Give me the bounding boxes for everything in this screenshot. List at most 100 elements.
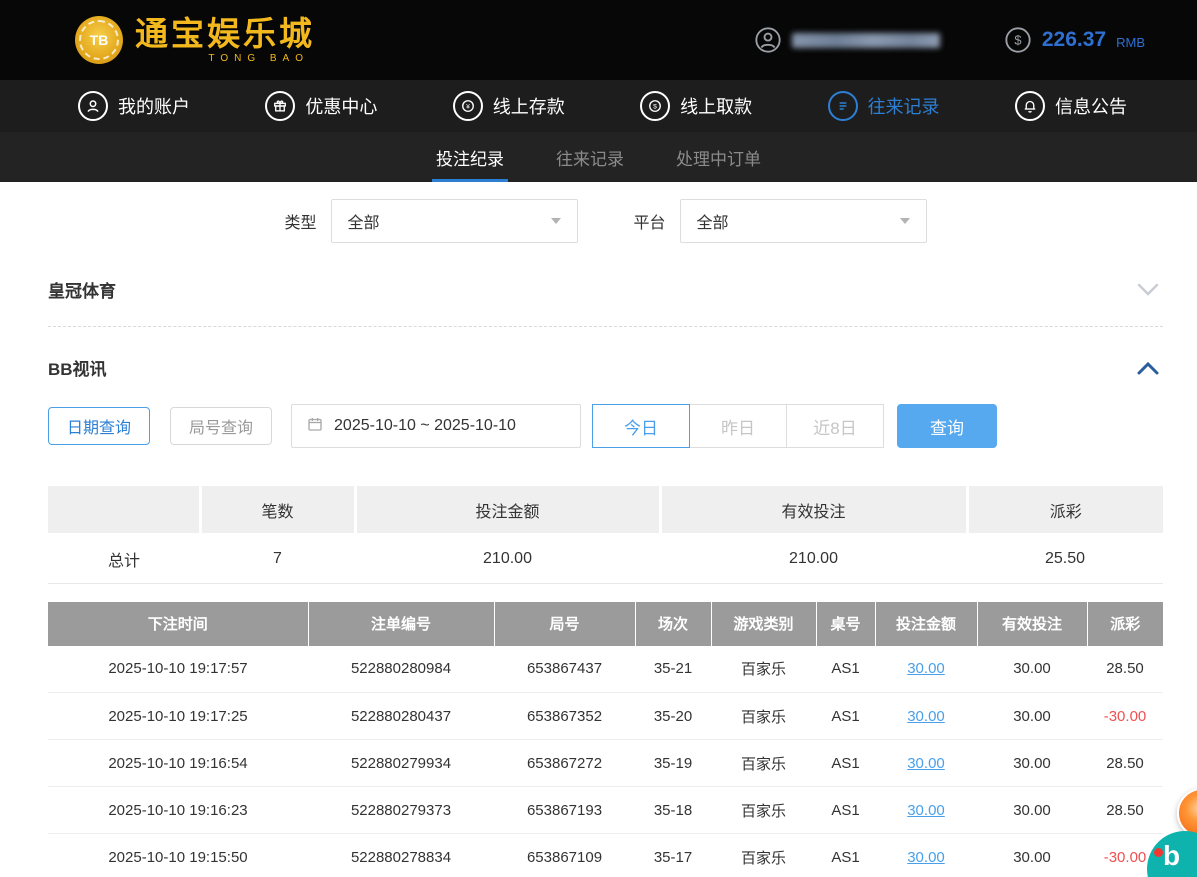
type-select[interactable]: 全部 [330, 199, 578, 243]
bell-icon [1014, 91, 1045, 121]
detail-header-cell: 游戏类别 [711, 601, 817, 646]
summary-table: 笔数 投注金额 有效投注 派彩 总计 7 210.00 210.00 25.50 [48, 486, 1163, 584]
nav-item-withdraw[interactable]: $ 线上取款 [640, 91, 752, 121]
platform-select[interactable]: 全部 [679, 199, 927, 243]
table-row: 2025-10-10 19:17:57 522880280984 653867437… [48, 645, 1163, 693]
summary-header-cell: 派彩 [967, 486, 1163, 535]
platform-filter-group: 平台 全部 [634, 199, 927, 243]
brand-text: 通宝娱乐城 TONG BAO [135, 17, 315, 64]
nav-item-records[interactable]: 往来记录 [827, 91, 940, 121]
svg-text:$: $ [653, 104, 657, 111]
user-icon [78, 91, 108, 121]
round-query-button[interactable]: 局号查询 [170, 407, 273, 445]
table-cell: AS1 [816, 692, 875, 740]
nav-label: 我的账户 [118, 97, 190, 117]
service-badge-letter: b [1163, 840, 1181, 871]
nav-item-promotions[interactable]: 优惠中心 [265, 91, 377, 121]
calendar-icon [306, 415, 324, 438]
table-cell: 2025-10-10 19:16:54 [48, 739, 308, 787]
withdraw-coin-icon: $ [640, 91, 671, 121]
table-cell: 30.00 [977, 692, 1087, 740]
brand-logo[interactable]: TB 通宝娱乐城 TONG BAO [75, 16, 315, 64]
detail-header-cell: 注单编号 [308, 601, 495, 646]
table-cell: 百家乐 [711, 739, 816, 787]
section-title: BB视讯 [48, 360, 107, 379]
date-range-input[interactable]: 2025-10-10 ~ 2025-10-10 [291, 404, 582, 448]
table-cell: 30.00 [977, 645, 1087, 693]
summary-header-row: 笔数 投注金额 有效投注 派彩 [48, 486, 1163, 535]
payout-value: 28.50 [1087, 739, 1163, 787]
table-cell: 30.00 [977, 786, 1087, 834]
balance: $ 226.37 RMB [1004, 26, 1145, 54]
summary-count: 7 [200, 534, 355, 584]
casino-chip-icon: TB [75, 16, 123, 64]
table-cell: 653867193 [494, 786, 635, 834]
table-cell: AS1 [816, 833, 875, 877]
table-cell: 522880279373 [308, 786, 494, 834]
chevron-down-icon [899, 218, 910, 224]
date-query-button[interactable]: 日期查询 [48, 407, 151, 445]
detail-table: 下注时间 注单编号 局号 场次 游戏类别 桌号 投注金额 有效投注 派彩 202… [48, 601, 1163, 877]
table-cell: 35-21 [635, 645, 711, 693]
detail-header-cell: 桌号 [816, 601, 876, 646]
table-row: 2025-10-10 19:16:23 522880279373 653867193… [48, 786, 1163, 834]
table-row: 2025-10-10 19:16:54 522880279934 653867272… [48, 739, 1163, 787]
page: TB 通宝娱乐城 TONG BAO $ 226.37 RMB 我的账户 优惠中心… [0, 0, 1197, 877]
bet-amount-link[interactable]: 30.00 [875, 692, 977, 740]
tab-processing-orders[interactable]: 处理中订单 [672, 132, 765, 182]
notification-dot [1154, 848, 1163, 857]
today-button[interactable]: 今日 [592, 404, 691, 448]
tab-betting-records[interactable]: 投注纪录 [432, 132, 508, 182]
bet-amount-link[interactable]: 30.00 [875, 645, 977, 693]
payout-value: -30.00 [1087, 692, 1163, 740]
section-bb-video[interactable]: BB视讯 [48, 327, 1163, 380]
detail-header-cell: 场次 [635, 601, 712, 646]
sub-tab-bar: 投注纪录 往来记录 处理中订单 [0, 132, 1197, 182]
detail-header-row: 下注时间 注单编号 局号 场次 游戏类别 桌号 投注金额 有效投注 派彩 [48, 601, 1163, 646]
coin-icon[interactable]: $ [1004, 26, 1032, 54]
nav-label: 往来记录 [867, 97, 940, 117]
nav-item-deposit[interactable]: ¥ 线上存款 [452, 91, 565, 121]
table-cell: 百家乐 [711, 786, 816, 834]
balance-amount: 226.37 [1041, 28, 1107, 51]
username-redacted [791, 32, 940, 48]
chevron-down-icon[interactable] [1137, 283, 1159, 297]
brand-name: 通宝娱乐城 [135, 14, 315, 52]
type-filter-label: 类型 [284, 215, 317, 232]
nav-item-my-account[interactable]: 我的账户 [78, 91, 190, 121]
main-nav: 我的账户 优惠中心 ¥ 线上存款 $ 线上取款 往来记录 信息公告 [0, 80, 1197, 132]
summary-header-cell [48, 486, 202, 535]
table-cell: 35-17 [635, 833, 711, 877]
section-title: 皇冠体育 [48, 282, 116, 301]
table-cell: 522880278834 [308, 833, 494, 877]
summary-header-cell: 笔数 [200, 486, 357, 535]
detail-header-cell: 下注时间 [48, 601, 309, 646]
summary-valid-bet: 210.00 [660, 534, 967, 584]
type-select-value: 全部 [347, 215, 380, 232]
table-cell: AS1 [816, 786, 875, 834]
table-cell: 百家乐 [711, 833, 816, 877]
yesterday-button[interactable]: 昨日 [689, 404, 788, 448]
table-cell: 653867272 [494, 739, 635, 787]
platform-filter-label: 平台 [633, 215, 666, 232]
table-cell: 35-19 [635, 739, 711, 787]
last-8-days-button[interactable]: 近8日 [786, 404, 885, 448]
bet-amount-link[interactable]: 30.00 [875, 833, 977, 877]
summary-total-row: 总计 7 210.00 210.00 25.50 [48, 534, 1163, 584]
nav-label: 信息公告 [1054, 97, 1127, 117]
bet-amount-link[interactable]: 30.00 [875, 786, 977, 834]
tab-transaction-records[interactable]: 往来记录 [552, 132, 628, 182]
summary-header-cell: 有效投注 [660, 486, 969, 535]
table-cell: 30.00 [977, 739, 1087, 787]
bet-amount-link[interactable]: 30.00 [875, 739, 977, 787]
nav-item-announcements[interactable]: 信息公告 [1014, 91, 1127, 121]
summary-header-cell: 投注金额 [355, 486, 662, 535]
section-crown-sports[interactable]: 皇冠体育 [48, 243, 1163, 327]
table-cell: 653867109 [494, 833, 635, 877]
nav-label: 线上存款 [492, 97, 565, 117]
table-cell: 653867352 [494, 692, 635, 740]
user-account[interactable] [754, 26, 940, 54]
search-button[interactable]: 查询 [897, 404, 998, 448]
table-cell: 百家乐 [711, 645, 816, 693]
chevron-up-icon[interactable] [1137, 361, 1159, 375]
